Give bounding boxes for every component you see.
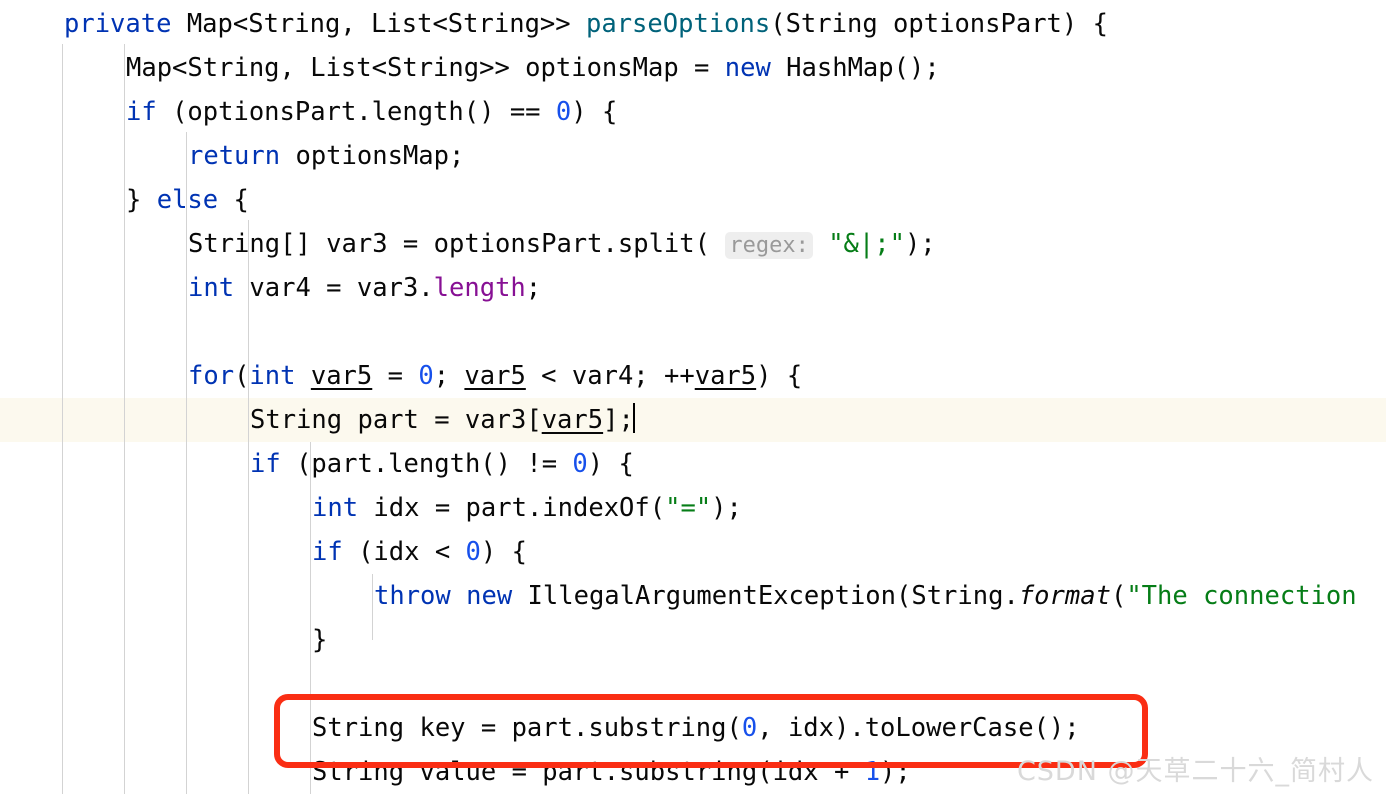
code-line-caret[interactable]: String part = var3[var5]; <box>250 398 635 442</box>
code-line[interactable]: private Map<String, List<String>> parseO… <box>64 2 1108 46</box>
code-line[interactable]: throw new IllegalArgumentException(Strin… <box>374 574 1357 618</box>
code-line[interactable]: int var4 = var3.length; <box>188 266 541 310</box>
code-line[interactable]: } <box>312 618 327 662</box>
code-line-empty[interactable] <box>312 662 327 706</box>
code-line[interactable]: for(int var5 = 0; var5 < var4; ++var5) { <box>188 354 802 398</box>
parameter-hint-regex: regex: <box>725 232 813 259</box>
code-line[interactable]: String[] var3 = optionsPart.split( regex… <box>188 222 936 266</box>
code-line[interactable]: if (idx < 0) { <box>312 530 527 574</box>
code-line[interactable]: } else { <box>126 178 249 222</box>
code-line[interactable]: String value = part.substring(idx + 1); <box>312 750 911 794</box>
code-line[interactable]: if (optionsPart.length() == 0) { <box>126 90 617 134</box>
code-line[interactable]: int idx = part.indexOf("="); <box>312 486 742 530</box>
code-line[interactable]: if (part.length() != 0) { <box>250 442 634 486</box>
code-line[interactable]: Map<String, List<String>> optionsMap = n… <box>126 46 940 90</box>
text-caret <box>632 403 635 433</box>
code-text-layer[interactable]: private Map<String, List<String>> parseO… <box>0 0 1386 794</box>
code-line[interactable]: return optionsMap; <box>188 134 464 178</box>
code-line-empty[interactable] <box>188 310 203 354</box>
code-editor-viewport[interactable]: private Map<String, List<String>> parseO… <box>0 0 1386 794</box>
csdn-watermark: CSDN @天草二十六_简村人 <box>1016 756 1374 787</box>
code-line-highlighted[interactable]: String key = part.substring(0, idx).toLo… <box>312 706 1080 750</box>
